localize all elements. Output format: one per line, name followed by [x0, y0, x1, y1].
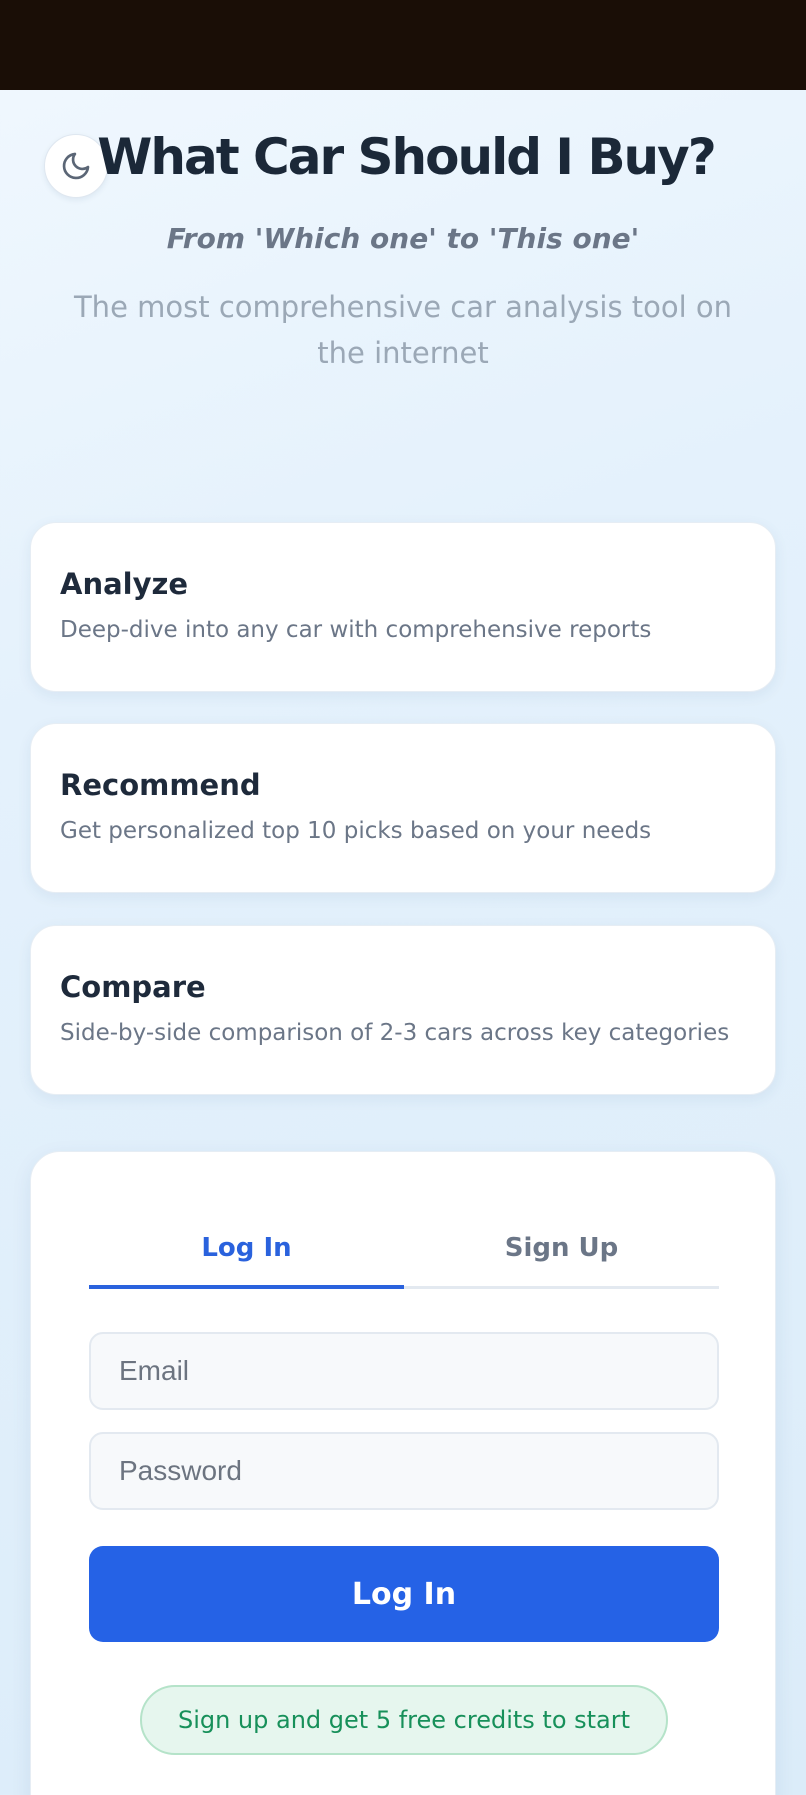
log-in-button[interactable]: Log In	[89, 1546, 719, 1642]
feature-title: Analyze	[60, 567, 189, 601]
feature-card-recommend: Recommend Get personalized top 10 picks …	[30, 723, 776, 893]
feature-title: Compare	[60, 970, 206, 1004]
page-title: What Car Should I Buy?	[97, 128, 717, 186]
feature-card-compare: Compare Side-by-side comparison of 2-3 c…	[30, 925, 776, 1095]
auth-card: Log In Sign Up Log In Sign up and get 5 …	[30, 1151, 776, 1795]
free-credits-badge: Sign up and get 5 free credits to start	[140, 1685, 668, 1755]
tab-log-in[interactable]: Log In	[89, 1227, 404, 1289]
tagline: From 'Which one' to 'This one'	[166, 222, 640, 255]
password-field[interactable]	[89, 1432, 719, 1510]
page-subtitle: The most comprehensive car analysis tool…	[73, 290, 733, 370]
feature-title: Recommend	[60, 768, 261, 802]
status-bar	[0, 0, 806, 90]
auth-tabs: Log In Sign Up	[89, 1227, 719, 1289]
email-field[interactable]	[89, 1332, 719, 1410]
feature-card-analyze: Analyze Deep-dive into any car with comp…	[30, 522, 776, 692]
feature-description: Get personalized top 10 picks based on y…	[60, 818, 652, 844]
feature-description: Side-by-side comparison of 2-3 cars acro…	[60, 1020, 730, 1046]
feature-description: Deep-dive into any car with comprehensiv…	[60, 617, 652, 643]
tab-sign-up[interactable]: Sign Up	[404, 1227, 719, 1286]
